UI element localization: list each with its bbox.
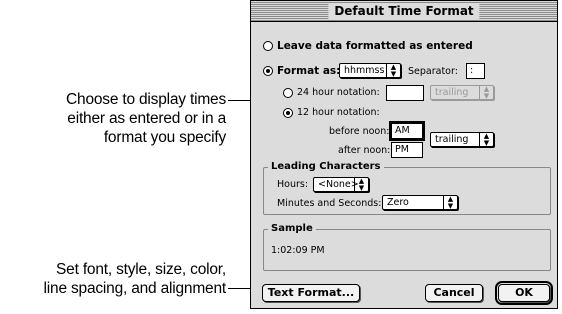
minutes-seconds-popup-value: Zero — [387, 197, 409, 208]
hours-popup-value: <None> — [318, 179, 359, 190]
notation-24-suffix-value: trailing — [435, 87, 469, 98]
hours-popup[interactable]: <None> ▲ ▼ — [313, 177, 369, 192]
leading-characters-title: Leading Characters — [268, 161, 384, 173]
popup-arrows-icon: ▲ ▼ — [354, 178, 368, 191]
callout-line: format you specify — [103, 129, 226, 146]
sample-title: Sample — [268, 223, 316, 235]
callout-line: line spacing, and alignment — [43, 280, 227, 297]
minutes-seconds-label: Minutes and Seconds: — [277, 198, 382, 209]
popup-arrows-icon: ▲ ▼ — [479, 86, 493, 99]
notation-24-field[interactable] — [386, 85, 424, 101]
callout-text-format: Set font, style, size, color, line spaci… — [0, 260, 227, 298]
popup-arrows-icon: ▲ ▼ — [443, 196, 457, 209]
radio-format-as[interactable] — [263, 66, 273, 76]
notation-24-label[interactable]: 24 hour notation: — [297, 87, 380, 99]
separator-label: Separator: — [408, 66, 458, 77]
ok-button[interactable]: OK — [495, 281, 553, 305]
after-noon-field[interactable]: PM — [391, 142, 423, 158]
notation-24-suffix-popup[interactable]: trailing ▲ ▼ — [430, 85, 494, 100]
cancel-button[interactable]: Cancel — [425, 284, 483, 302]
notation-12-suffix-popup[interactable]: trailing ▲ ▼ — [430, 132, 494, 147]
before-noon-label: before noon: — [329, 126, 390, 137]
callout-line: Choose to display times — [66, 91, 226, 108]
callout-line: either as entered or in a — [67, 110, 226, 127]
callout-time-display: Choose to display times either as entere… — [20, 90, 226, 147]
popup-arrows-icon: ▲ ▼ — [386, 64, 400, 77]
callout-line: Set font, style, size, color, — [56, 261, 226, 278]
format-popup-value: hhmmss — [344, 65, 385, 76]
separator-field[interactable]: : — [466, 63, 485, 79]
after-noon-label: after noon: — [338, 145, 391, 156]
minutes-seconds-popup[interactable]: Zero ▲ ▼ — [382, 195, 458, 210]
before-noon-field[interactable]: AM — [389, 121, 425, 141]
hours-label: Hours: — [277, 179, 309, 190]
title-bar[interactable]: Default Time Format — [251, 1, 557, 22]
text-format-button[interactable]: Text Format... — [262, 284, 360, 302]
radio-as-entered[interactable] — [263, 41, 273, 51]
notation-12-label[interactable]: 12 hour notation: — [297, 107, 380, 119]
radio-12-hour[interactable] — [283, 108, 293, 118]
radio-24-hour[interactable] — [283, 88, 293, 98]
sample-value: 1:02:09 PM — [271, 245, 325, 256]
notation-12-suffix-value: trailing — [435, 134, 469, 145]
option-format-as-label[interactable]: Format as: — [277, 65, 340, 77]
dialog-title: Default Time Format — [328, 3, 480, 19]
popup-arrows-icon: ▲ ▼ — [479, 133, 493, 146]
option-as-entered-label[interactable]: Leave data formatted as entered — [277, 40, 473, 52]
format-popup[interactable]: hhmmss ▲ ▼ — [339, 63, 401, 78]
default-time-format-dialog: Default Time Format Leave data formatted… — [250, 0, 558, 309]
